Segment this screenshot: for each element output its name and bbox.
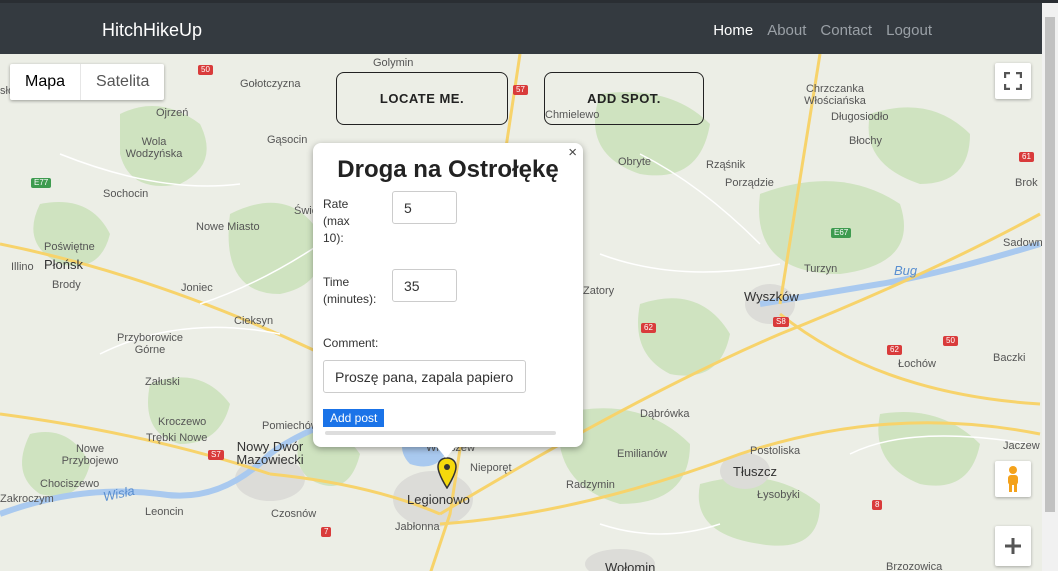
place-label: Sochocin bbox=[103, 188, 149, 200]
place-label: Illino bbox=[11, 261, 34, 273]
fullscreen-button[interactable] bbox=[995, 63, 1031, 99]
place-label: Dąbrówka bbox=[640, 408, 690, 420]
place-label: Nieporęt bbox=[470, 462, 512, 474]
road-shield: 8 bbox=[872, 500, 883, 510]
place-label: Postoliska bbox=[750, 445, 801, 457]
time-label: Time (minutes): bbox=[323, 275, 377, 306]
time-input[interactable] bbox=[392, 269, 457, 302]
place-label: Poświętne bbox=[44, 241, 95, 253]
place-label: Nowy Dwór Mazowiecki bbox=[236, 439, 304, 467]
place-label: Łochów bbox=[898, 358, 936, 370]
spot-info-window: × Droga na Ostrołękę Rate (max 10): Time… bbox=[313, 143, 583, 447]
nav-logout-link[interactable]: Logout bbox=[886, 22, 932, 39]
comment-label: Comment: bbox=[323, 336, 379, 350]
place-label: Rząśnik bbox=[706, 159, 746, 171]
place-label: Wyszków bbox=[744, 289, 799, 304]
place-label: Porządzie bbox=[725, 177, 774, 189]
nav-links: Home About Contact Logout bbox=[713, 22, 932, 39]
map-marker-icon[interactable] bbox=[437, 457, 457, 489]
road-shield: S8 bbox=[773, 317, 789, 327]
place-label: Wołomin bbox=[605, 560, 656, 571]
place-label: Sadowne bbox=[1003, 237, 1042, 249]
river-label: Bug bbox=[894, 263, 918, 278]
road-shield: 7 bbox=[321, 527, 332, 537]
place-label: Obryte bbox=[618, 156, 652, 168]
nav-about-link[interactable]: About bbox=[767, 22, 806, 39]
place-label: Emilianów bbox=[617, 448, 668, 460]
map-type-map-button[interactable]: Mapa bbox=[10, 64, 80, 100]
zoom-in-button[interactable] bbox=[995, 526, 1031, 566]
place-label: Błochy bbox=[849, 135, 883, 147]
road-shield: 62 bbox=[887, 345, 902, 355]
road-shield: 62 bbox=[641, 323, 656, 333]
place-label: Nowe Przybojewo bbox=[61, 443, 119, 467]
place-label: Załuski bbox=[145, 376, 180, 388]
street-view-button[interactable] bbox=[995, 461, 1031, 497]
place-label: Jabłonna bbox=[395, 521, 440, 533]
place-label: Chrzczanka Włościańska bbox=[804, 83, 866, 107]
place-label: Łysobyki bbox=[757, 489, 800, 501]
rate-input[interactable] bbox=[392, 191, 457, 224]
road-shield: 50 bbox=[198, 65, 213, 75]
place-label: Leoncin bbox=[145, 506, 184, 518]
road-shield: E77 bbox=[31, 178, 52, 188]
place-label: Nowe Miasto bbox=[196, 221, 260, 233]
add-spot-button[interactable]: ADD SPOT. bbox=[544, 72, 704, 125]
rate-label: Rate (max 10): bbox=[323, 197, 350, 245]
place-label: Baczki bbox=[993, 352, 1026, 364]
place-label: Zatory bbox=[583, 285, 615, 297]
road-shield: 57 bbox=[513, 85, 528, 95]
place-label: Cieksyn bbox=[234, 315, 274, 327]
fullscreen-icon bbox=[1004, 72, 1022, 90]
zoom-in-icon bbox=[1005, 538, 1021, 554]
place-label: Kroczewo bbox=[158, 416, 207, 428]
map-type-satellite-button[interactable]: Satelita bbox=[80, 64, 164, 100]
spot-title: Droga na Ostrołękę bbox=[337, 156, 559, 183]
place-label: Gąsocin bbox=[267, 134, 308, 146]
place-label: Legionowo bbox=[407, 492, 470, 507]
place-label: Tłuszcz bbox=[733, 464, 778, 479]
infowindow-scrollbar[interactable] bbox=[325, 431, 556, 435]
road-shield: E67 bbox=[831, 228, 852, 238]
place-label: Golymin bbox=[373, 57, 414, 69]
locate-me-button[interactable]: LOCATE ME. bbox=[336, 72, 508, 125]
infowindow-pointer bbox=[436, 446, 456, 458]
place-label: Zakroczym bbox=[0, 493, 54, 505]
place-label: Trębki Nowe bbox=[146, 432, 208, 444]
place-label: Radzymin bbox=[566, 479, 615, 491]
place-label: Chociszewo bbox=[40, 478, 100, 490]
scrollbar-thumb[interactable] bbox=[1045, 17, 1055, 512]
place-label: Turzyn bbox=[804, 263, 838, 275]
nav-home-link[interactable]: Home bbox=[713, 22, 753, 39]
brand-logo[interactable]: HitchHikeUp bbox=[102, 20, 202, 41]
place-label: Czosnów bbox=[271, 508, 317, 520]
road-shield: 50 bbox=[943, 336, 958, 346]
place-label: Wola Wodzyńska bbox=[125, 136, 183, 160]
place-label: Płońsk bbox=[44, 257, 84, 272]
place-label: Brody bbox=[52, 279, 81, 291]
road-shield: 61 bbox=[1019, 152, 1034, 162]
place-label: Joniec bbox=[181, 282, 213, 294]
add-post-button[interactable]: Add post bbox=[323, 409, 385, 427]
navbar: HitchHikeUp Home About Contact Logout bbox=[0, 0, 1058, 54]
place-label: Brok bbox=[1015, 177, 1038, 189]
map-type-control: Mapa Satelita bbox=[10, 64, 165, 100]
place-label: Długosiodło bbox=[831, 111, 889, 123]
place-label: Ojrzeń bbox=[156, 107, 189, 119]
page-scrollbar[interactable] bbox=[1042, 3, 1058, 571]
nav-contact-link[interactable]: Contact bbox=[820, 22, 872, 39]
place-label: Przyborowice Górne bbox=[117, 332, 184, 356]
pegman-icon bbox=[1008, 466, 1018, 492]
comment-input[interactable] bbox=[323, 360, 526, 393]
place-label: Gołotczyzna bbox=[240, 78, 301, 90]
place-label: Brzozowica bbox=[886, 561, 943, 571]
road-shield: S7 bbox=[208, 450, 224, 460]
place-label: Jaczew bbox=[1003, 440, 1040, 452]
